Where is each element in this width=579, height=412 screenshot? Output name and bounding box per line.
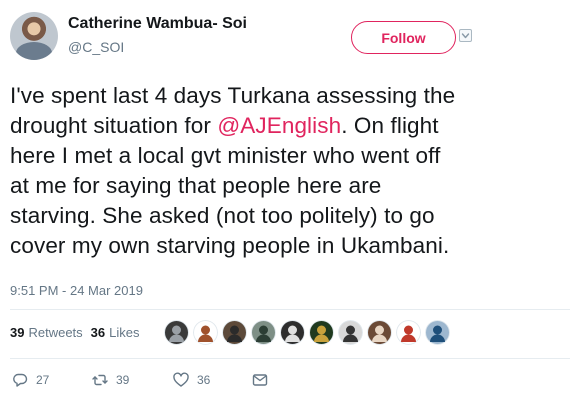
tweet-timestamp[interactable]: 9:51 PM - 24 Mar 2019 xyxy=(10,283,143,298)
retweets-count: 39 xyxy=(10,325,25,340)
follow-button[interactable]: Follow xyxy=(351,21,456,54)
heart-icon xyxy=(173,372,189,387)
tweet-line-5: starving. She asked (not too politely) t… xyxy=(10,203,435,228)
retweets-label: Retweets xyxy=(28,325,83,340)
retweet-button[interactable]: 39 xyxy=(92,372,129,388)
liker-avatar-9[interactable] xyxy=(396,320,421,345)
likes-label: Likes xyxy=(109,325,140,340)
tweet-stats: 39 Retweets 36 Likes xyxy=(10,325,140,340)
retweets-stat[interactable]: 39 Retweets xyxy=(10,325,83,340)
author-display-name[interactable]: Catherine Wambua- Soi xyxy=(68,15,247,33)
tweet-line-3: here I met a local gvt minister who went… xyxy=(10,143,441,168)
liker-avatar-8[interactable] xyxy=(367,320,392,345)
liker-avatar-1[interactable] xyxy=(164,320,189,345)
like-count: 36 xyxy=(197,373,211,387)
liker-avatar-7[interactable] xyxy=(338,320,363,345)
envelope-icon xyxy=(252,374,268,386)
reply-icon xyxy=(13,373,28,387)
tweet-line-4: at me for saying that people here are xyxy=(10,173,382,198)
reply-count: 27 xyxy=(36,373,50,387)
liker-avatar-6[interactable] xyxy=(309,320,334,345)
tweet-card: Catherine Wambua- Soi @C_SOI Follow I've… xyxy=(0,0,579,412)
likes-stat[interactable]: 36 Likes xyxy=(91,325,140,340)
retweet-count: 39 xyxy=(116,373,130,387)
tweet-line-1: I've spent last 4 days Turkana assessing… xyxy=(10,83,456,108)
liker-avatar-2[interactable] xyxy=(193,320,218,345)
tweet-line-2: drought situation for @AJEnglish. On fli… xyxy=(10,113,439,138)
liker-avatar-5[interactable] xyxy=(280,320,305,345)
tweet-line-6: cover my own starving people in Ukambani… xyxy=(10,233,450,258)
author-avatar[interactable] xyxy=(10,12,58,60)
liker-avatar-3[interactable] xyxy=(222,320,247,345)
retweet-icon xyxy=(92,374,108,386)
author-handle[interactable]: @C_SOI xyxy=(68,39,124,55)
reply-button[interactable]: 27 xyxy=(12,372,49,388)
mention-link[interactable]: @AJEnglish xyxy=(217,113,341,138)
liker-avatar-10[interactable] xyxy=(425,320,450,345)
divider xyxy=(10,358,570,359)
like-button[interactable]: 36 xyxy=(173,372,210,388)
liker-avatar-4[interactable] xyxy=(251,320,276,345)
divider xyxy=(10,309,570,310)
likers-avatars xyxy=(164,320,450,345)
likes-count: 36 xyxy=(90,325,106,340)
caret-down-icon[interactable] xyxy=(459,29,472,42)
direct-message-button[interactable] xyxy=(252,372,268,388)
tweet-text: I've spent last 4 days Turkana assessing… xyxy=(10,81,570,261)
